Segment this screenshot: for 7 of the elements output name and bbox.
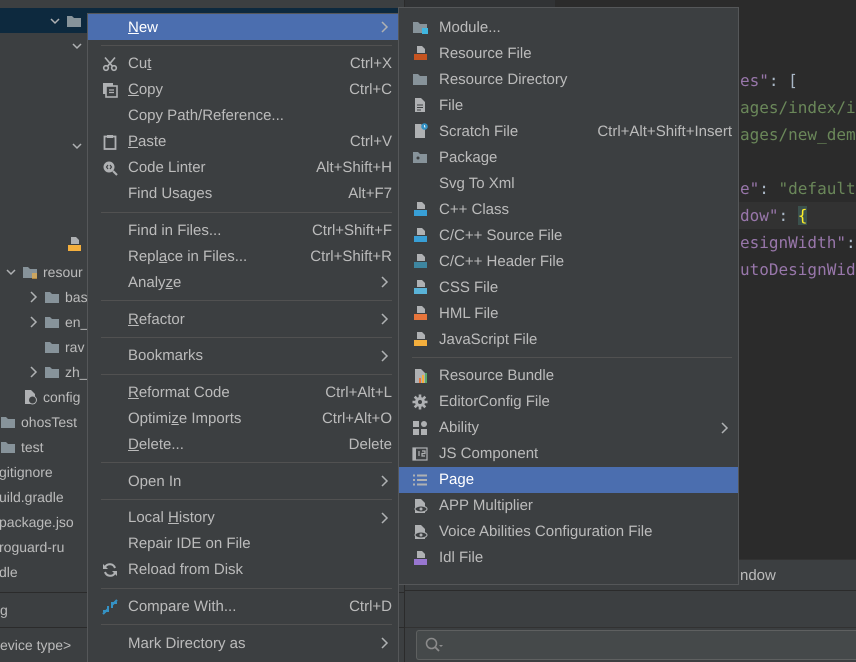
code-line: utoDesignWid xyxy=(740,260,856,279)
code-line: ages/new_dem xyxy=(740,125,856,144)
code-line: e": "default xyxy=(740,179,856,198)
code-line: es": [ xyxy=(740,71,798,90)
code-line: esignWidth": xyxy=(740,233,856,252)
code-line: dow": { xyxy=(740,206,808,225)
code-line: ages/index/i xyxy=(740,98,856,117)
